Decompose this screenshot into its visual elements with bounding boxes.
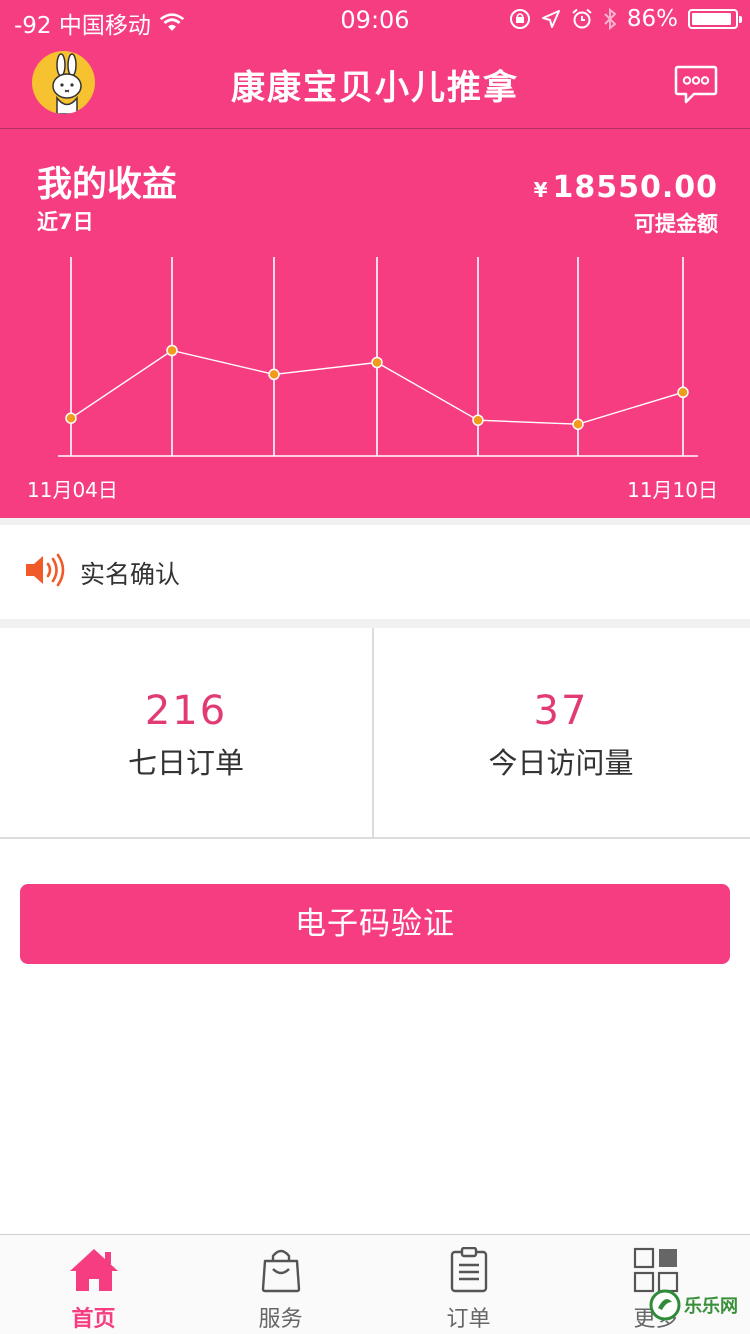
chat-bubble-icon xyxy=(674,65,718,104)
balance-value: 18550.00 xyxy=(552,170,718,205)
chart-point xyxy=(472,414,484,426)
balance-amount: ¥18550.00 xyxy=(534,170,718,205)
tab-service-label: 服务 xyxy=(258,1307,303,1332)
watermark: 乐乐网 xyxy=(648,1288,744,1328)
tab-service[interactable]: 服务 xyxy=(187,1235,374,1334)
rotation-lock-icon xyxy=(509,9,530,29)
page-title: 康康宝贝小儿推拿 xyxy=(231,68,519,108)
earnings-period: 近7日 xyxy=(37,210,94,234)
chart-point xyxy=(166,344,178,357)
grid-icon xyxy=(633,1247,678,1293)
bluetooth-icon xyxy=(604,7,617,31)
earnings-chart xyxy=(58,257,698,457)
visits-stat[interactable]: 37 今日访问量 xyxy=(374,628,748,837)
chart-point xyxy=(677,386,689,399)
status-icons: 86% xyxy=(509,6,742,32)
tab-bar: 首页 服务 订单 更多 xyxy=(0,1234,750,1334)
battery-percent: 86% xyxy=(626,6,678,32)
watermark-logo-icon xyxy=(649,1289,681,1321)
chart-point xyxy=(65,412,77,424)
stats-panel: 216 七日订单 37 今日访问量 xyxy=(0,628,750,839)
visits-label: 今日访问量 xyxy=(488,746,634,780)
message-button[interactable] xyxy=(674,62,718,110)
orders-stat[interactable]: 216 七日订单 xyxy=(0,628,374,837)
tab-orders-label: 订单 xyxy=(446,1307,491,1332)
orders-label: 七日订单 xyxy=(127,746,244,780)
watermark-text: 乐乐网 xyxy=(684,1296,738,1317)
speaker-icon xyxy=(26,553,65,587)
status-bar: -92 中国移动 09:06 86% xyxy=(0,0,750,40)
alarm-icon xyxy=(572,8,592,29)
notice-text: 实名确认 xyxy=(80,560,181,589)
divider xyxy=(0,619,750,628)
chart-point xyxy=(268,368,280,381)
chart-point xyxy=(572,418,584,430)
balance-label: 可提金额 xyxy=(634,212,718,236)
orders-count: 216 xyxy=(144,688,228,734)
notice-bar[interactable]: 实名确认 xyxy=(0,525,750,619)
currency-symbol: ¥ xyxy=(533,178,549,202)
navigation-bar: 康康宝贝小儿推拿 xyxy=(0,40,750,129)
clipboard-icon xyxy=(450,1247,487,1293)
chart-start-date: 11月04日 xyxy=(27,478,118,502)
earnings-title: 我的收益 xyxy=(37,165,178,205)
shopping-bag-icon xyxy=(261,1249,300,1293)
battery-icon xyxy=(688,9,742,29)
tab-home-label: 首页 xyxy=(71,1307,116,1332)
verify-code-button[interactable]: 电子码验证 xyxy=(20,884,730,964)
divider xyxy=(0,518,750,525)
chart-end-date: 11月10日 xyxy=(627,478,718,502)
chart-point xyxy=(371,356,383,369)
location-icon xyxy=(541,10,560,28)
home-icon xyxy=(69,1249,118,1291)
visits-count: 37 xyxy=(533,688,589,734)
tab-orders[interactable]: 订单 xyxy=(375,1235,562,1334)
tab-home[interactable]: 首页 xyxy=(0,1235,187,1334)
